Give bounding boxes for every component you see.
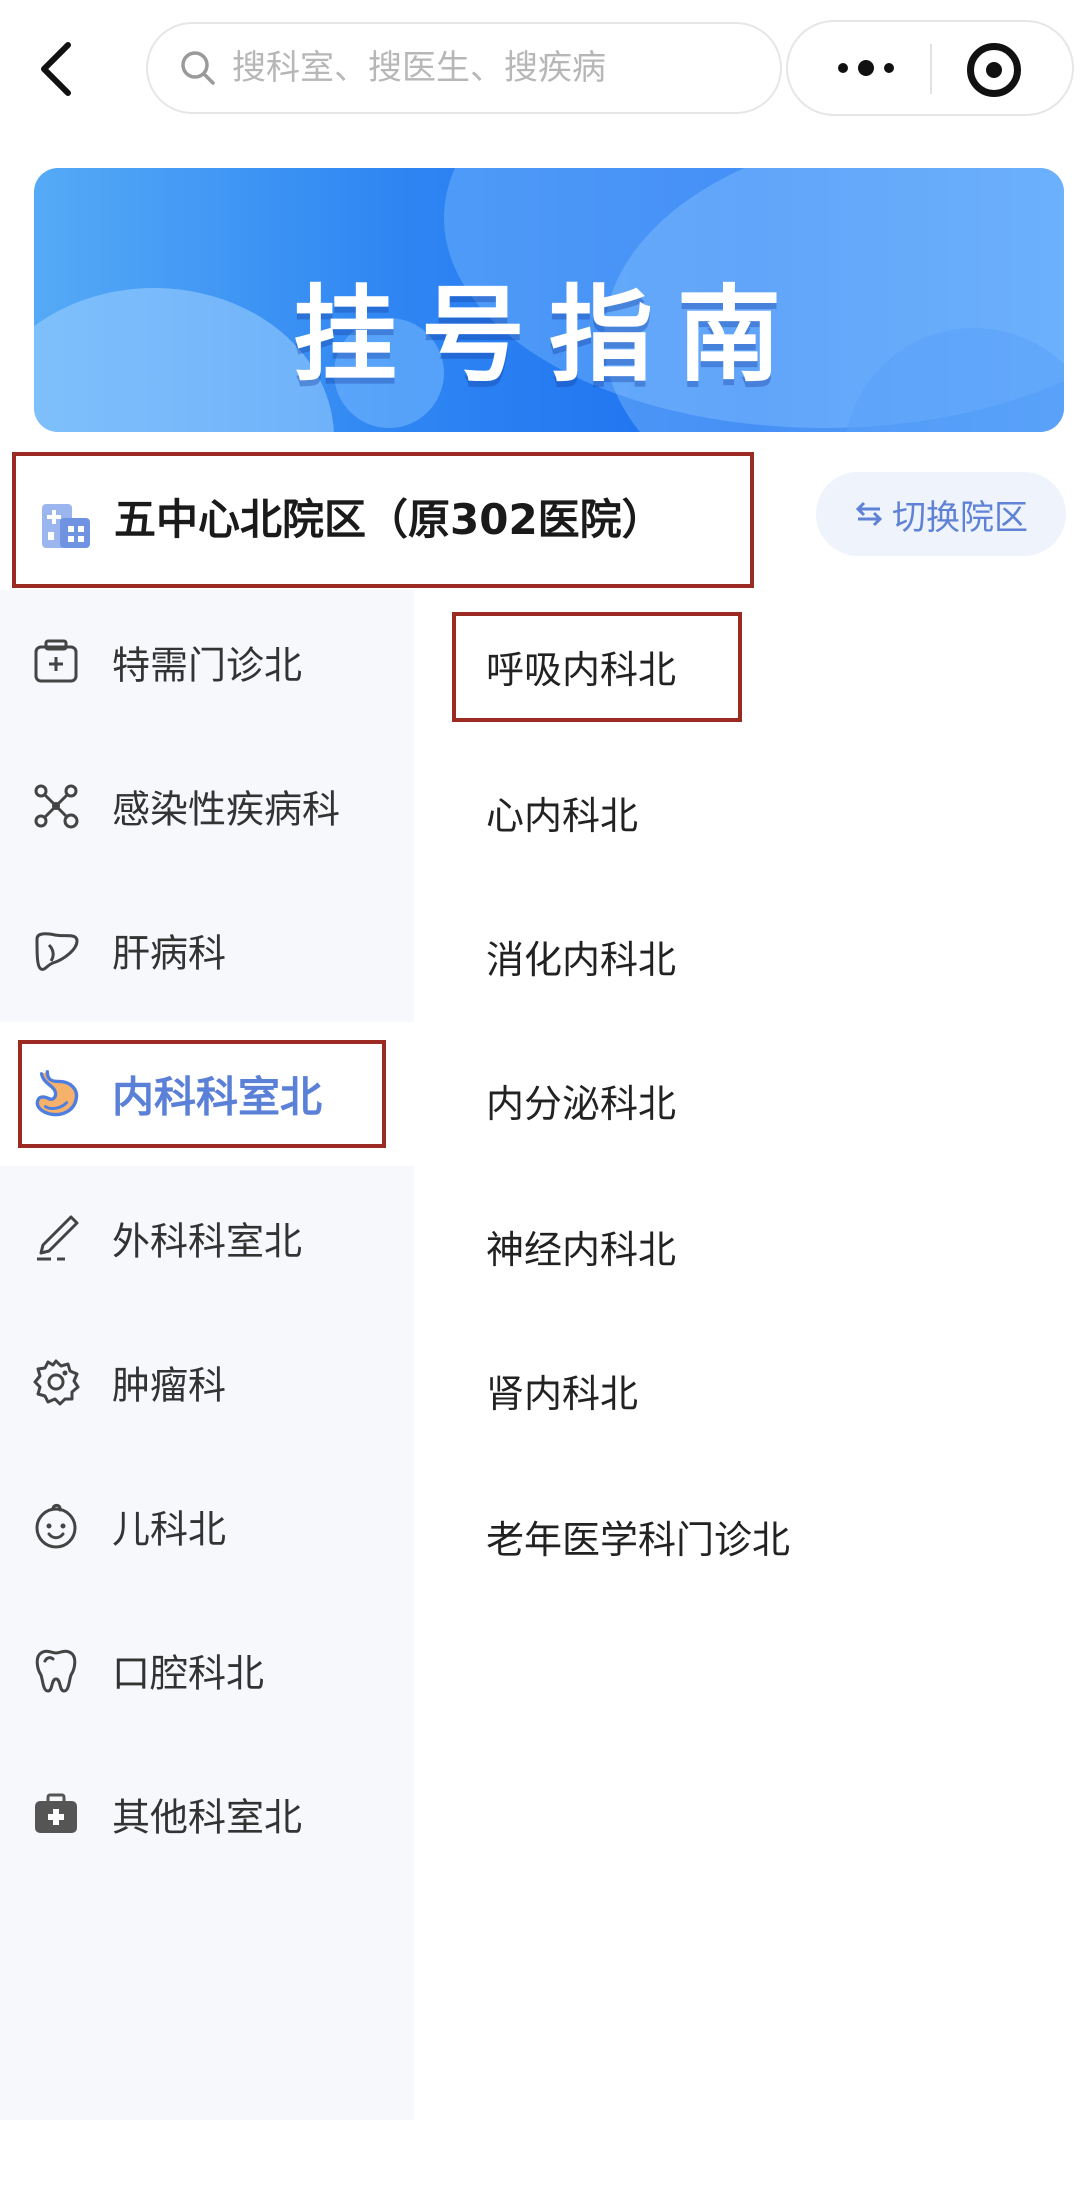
swap-arrows-icon [855, 501, 883, 527]
scalpel-icon [30, 1212, 82, 1264]
department-item-nephrology[interactable]: 肾内科北 [486, 1340, 638, 1440]
top-navigation-bar [0, 0, 1080, 140]
department-item-geriatrics[interactable]: 老年医学科门诊北 [486, 1486, 790, 1586]
search-bar[interactable] [146, 22, 782, 114]
switch-campus-label: 切换院区 [892, 497, 1028, 538]
sidebar-item-label: 特需门诊北 [112, 643, 303, 688]
more-button[interactable] [818, 40, 914, 96]
mini-program-capsule [786, 20, 1074, 116]
hospital-row: 五中心北院区（原302医院） 切换院区 [0, 446, 1080, 596]
sidebar-item-label: 肝病科 [112, 931, 227, 976]
sidebar-item-label: 感染性疾病科 [112, 787, 341, 832]
department-item-gastroenterology[interactable]: 消化内科北 [486, 906, 676, 1006]
sidebar-item-stomatology[interactable]: 口腔科北 [0, 1598, 414, 1742]
capsule-divider [930, 44, 932, 94]
department-item-neurology[interactable]: 神经内科北 [486, 1196, 676, 1296]
medical-kit-icon [30, 1788, 82, 1840]
guide-banner[interactable]: 挂号指南 [34, 168, 1064, 432]
sidebar-item-label: 其他科室北 [112, 1795, 303, 1840]
sidebar-item-infectious[interactable]: 感染性疾病科 [0, 734, 414, 878]
sidebar-item-label: 儿科北 [112, 1507, 227, 1552]
hospital-highlight-box [12, 452, 754, 588]
sidebar-item-hepatology[interactable]: 肝病科 [0, 878, 414, 1022]
baby-face-icon [30, 1500, 82, 1552]
sidebar-item-oncology[interactable]: 肿瘤科 [0, 1310, 414, 1454]
tumor-cell-icon [30, 1356, 82, 1408]
liver-icon [30, 924, 82, 976]
sidebar-item-label: 外科科室北 [112, 1219, 303, 1264]
sidebar-item-surgery[interactable]: 外科科室北 [0, 1166, 414, 1310]
sidebar-item-pediatrics[interactable]: 儿科北 [0, 1454, 414, 1598]
more-dot-right [884, 63, 894, 73]
department-item-endocrinology[interactable]: 内分泌科北 [486, 1050, 676, 1150]
department-item-cardiology[interactable]: 心内科北 [486, 762, 638, 862]
sidebar-item-label: 口腔科北 [112, 1651, 265, 1696]
target-circle-core [986, 62, 1002, 78]
target-circle-icon [967, 43, 1021, 97]
switch-campus-button[interactable]: 切换院区 [816, 472, 1066, 556]
sidebar-item-label: 肿瘤科 [112, 1363, 227, 1408]
clinic-box-icon [30, 636, 82, 688]
chevron-left-icon [41, 42, 71, 96]
more-dot-center [858, 60, 874, 76]
search-input[interactable] [230, 47, 774, 89]
sidebar-item-special-clinic[interactable]: 特需门诊北 [0, 590, 414, 734]
search-icon [181, 51, 215, 85]
back-button[interactable] [28, 34, 84, 104]
active-department-highlight-box [18, 1040, 386, 1148]
molecule-icon [30, 780, 82, 832]
department-highlight-box [452, 612, 742, 722]
sidebar-item-other[interactable]: 其他科室北 [0, 1742, 414, 1886]
banner-title: 挂号指南 [292, 274, 805, 396]
department-sidebar: 特需门诊北 感染性疾病科 肝病科 内科科室北 外科科室北 肿瘤科 儿科北 口腔科… [0, 590, 414, 2120]
tooth-icon [30, 1644, 82, 1696]
more-dots-icon [838, 63, 848, 73]
close-button[interactable] [964, 40, 1024, 100]
